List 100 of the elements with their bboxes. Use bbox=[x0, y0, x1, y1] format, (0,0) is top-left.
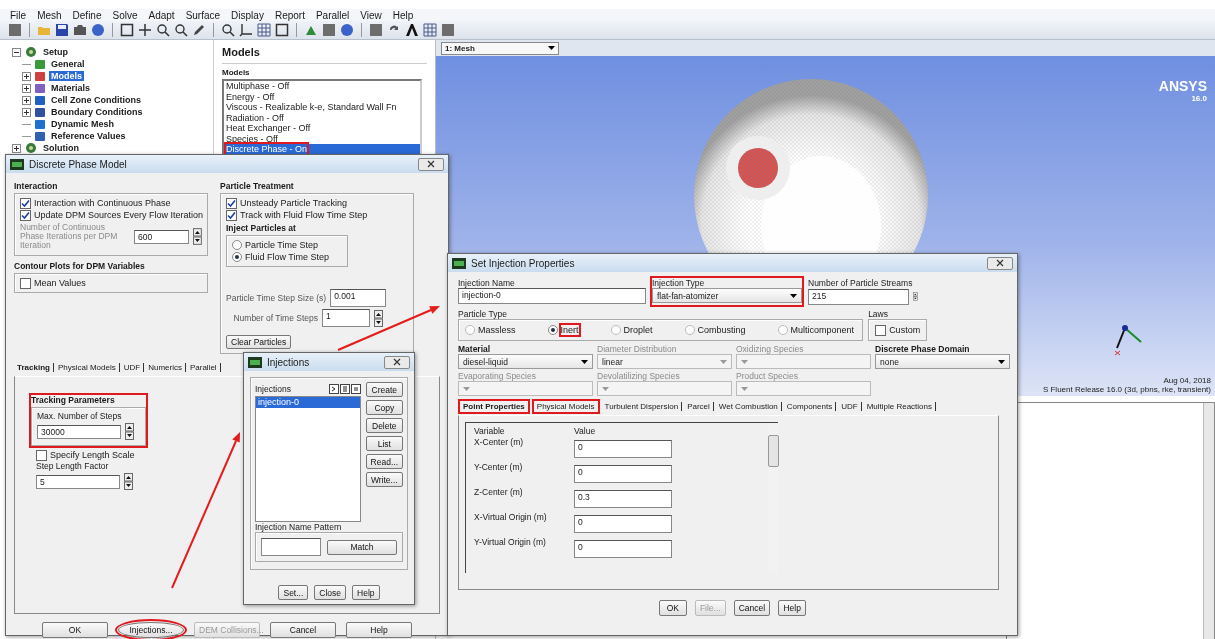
radio-button[interactable] bbox=[547, 325, 558, 335]
dialog-button[interactable]: Copy bbox=[365, 400, 403, 415]
collapse-icon[interactable] bbox=[12, 47, 21, 57]
grid-icon[interactable] bbox=[423, 23, 437, 37]
dropdown[interactable]: flat-fan-atomizer bbox=[652, 288, 802, 303]
list-item[interactable]: Viscous - Realizable k-e, Standard Wall Fn bbox=[224, 102, 420, 113]
tab[interactable]: Numerics bbox=[145, 363, 186, 372]
checkbox[interactable] bbox=[226, 197, 237, 209]
dialog-button[interactable]: Write... bbox=[365, 472, 403, 487]
tree-item[interactable]: Reference Values bbox=[49, 131, 128, 141]
list-item[interactable]: Discrete Phase - On bbox=[224, 144, 420, 155]
tab[interactable]: Parallel bbox=[186, 363, 221, 372]
menu-item[interactable]: Parallel bbox=[315, 9, 350, 21]
expand-icon[interactable] bbox=[22, 95, 31, 105]
list-item[interactable]: Energy - Off bbox=[224, 91, 420, 102]
tree-item[interactable]: Models bbox=[49, 71, 84, 81]
tab[interactable]: Tracking bbox=[14, 363, 54, 372]
input-field[interactable]: 215 bbox=[808, 288, 910, 305]
expand-icon[interactable] bbox=[12, 143, 21, 153]
menu-item[interactable]: File bbox=[10, 9, 27, 21]
menu-item[interactable]: View bbox=[360, 9, 382, 21]
spin-buttons[interactable] bbox=[125, 423, 134, 440]
checkbox[interactable] bbox=[20, 197, 31, 209]
scrollbar[interactable] bbox=[1203, 403, 1214, 639]
tab[interactable]: Physical Models bbox=[54, 363, 120, 372]
dialog-button[interactable]: Set... bbox=[278, 585, 309, 600]
spin-buttons[interactable] bbox=[374, 309, 383, 327]
dropdown[interactable]: diesel-liquid bbox=[458, 354, 593, 369]
expand-icon[interactable] bbox=[22, 83, 31, 93]
zoom-icon[interactable] bbox=[156, 23, 170, 37]
expand-icon[interactable] bbox=[22, 71, 31, 81]
save-icon[interactable] bbox=[55, 23, 69, 37]
square-icon[interactable] bbox=[441, 23, 455, 37]
menu-item[interactable]: Solve bbox=[112, 9, 138, 21]
radio-button[interactable] bbox=[777, 325, 788, 335]
list-item[interactable]: Heat Exchanger - Off bbox=[224, 123, 420, 134]
menu-item[interactable]: Help bbox=[392, 9, 414, 21]
input-field[interactable]: 0 bbox=[574, 515, 672, 533]
tab[interactable]: Components bbox=[783, 402, 837, 411]
checkbox[interactable] bbox=[20, 277, 31, 289]
zoom-icon[interactable] bbox=[221, 23, 235, 37]
input-field[interactable]: 0.001 bbox=[330, 289, 387, 307]
input-field[interactable]: 5 bbox=[36, 474, 120, 489]
dialog-button[interactable]: OK bbox=[42, 622, 108, 638]
dialog-button[interactable]: List bbox=[365, 436, 403, 451]
list-item[interactable]: injection-0 bbox=[256, 397, 360, 408]
dialog-button[interactable]: Read... bbox=[365, 454, 403, 469]
list-item[interactable]: Radiation - Off bbox=[224, 112, 420, 123]
spin-buttons[interactable] bbox=[193, 228, 202, 245]
tab[interactable]: Multiple Reactions bbox=[863, 402, 936, 411]
input-field[interactable]: 0 bbox=[574, 540, 672, 558]
dialog-button[interactable]: Create bbox=[365, 382, 403, 397]
move-icon[interactable] bbox=[138, 23, 152, 37]
dropdown[interactable]: none bbox=[875, 354, 1010, 369]
square-icon[interactable] bbox=[322, 23, 336, 37]
menu-item[interactable]: Display bbox=[231, 9, 264, 21]
menu-item[interactable]: Adapt bbox=[148, 9, 175, 21]
input-field[interactable]: 1 bbox=[322, 309, 370, 327]
dialog-button[interactable]: Delete bbox=[365, 418, 403, 433]
radio-button[interactable] bbox=[684, 325, 695, 335]
radio-button[interactable] bbox=[610, 325, 621, 335]
tab[interactable]: Point Properties bbox=[458, 399, 530, 414]
triangle-icon[interactable] bbox=[405, 23, 419, 37]
input-field[interactable] bbox=[261, 538, 321, 556]
pencil-icon[interactable] bbox=[192, 23, 206, 37]
tree-item[interactable]: Solution bbox=[41, 143, 81, 153]
radio-button[interactable] bbox=[232, 240, 242, 250]
frame-icon[interactable] bbox=[275, 23, 289, 37]
dialog-button[interactable]: Help bbox=[346, 622, 412, 638]
square-icon[interactable] bbox=[369, 23, 383, 37]
dialog-button[interactable]: Close bbox=[314, 585, 347, 600]
input-field[interactable]: 0 bbox=[574, 440, 672, 458]
match-button[interactable]: Match bbox=[327, 539, 397, 555]
tab[interactable]: Turbulent Dispersion bbox=[601, 402, 683, 411]
axes-icon[interactable] bbox=[239, 23, 253, 37]
checkbox[interactable] bbox=[226, 209, 237, 221]
list-tool-icons[interactable] bbox=[328, 384, 361, 394]
menu-item[interactable]: Surface bbox=[185, 9, 221, 21]
input-field[interactable]: 30000 bbox=[37, 424, 121, 439]
tree-item[interactable]: Dynamic Mesh bbox=[49, 119, 117, 129]
radio-button[interactable] bbox=[465, 325, 475, 335]
square-icon[interactable] bbox=[8, 23, 22, 37]
input-field[interactable]: injection-0 bbox=[458, 288, 646, 304]
zoom-icon[interactable] bbox=[174, 23, 188, 37]
menu-item[interactable]: Report bbox=[274, 9, 305, 21]
clear-particles-button[interactable]: Clear Particles bbox=[226, 335, 292, 349]
tree-item[interactable]: Materials bbox=[49, 83, 93, 93]
tab[interactable]: Wet Combustion bbox=[715, 402, 782, 411]
dialog-button[interactable]: Cancel bbox=[270, 622, 336, 638]
input-field[interactable]: 0 bbox=[574, 465, 672, 483]
tab[interactable]: UDF bbox=[120, 363, 145, 372]
tree-item[interactable]: General bbox=[49, 59, 87, 69]
close-button[interactable] bbox=[987, 256, 1013, 270]
tab[interactable]: Parcel bbox=[684, 402, 714, 411]
dialog-button[interactable]: Help bbox=[778, 600, 807, 616]
expand-icon[interactable] bbox=[22, 107, 31, 117]
dialog-button[interactable]: Help bbox=[352, 585, 380, 600]
input-field[interactable]: 600 bbox=[134, 229, 190, 244]
checkbox[interactable] bbox=[875, 324, 887, 336]
dialog-button[interactable]: OK bbox=[658, 600, 687, 616]
